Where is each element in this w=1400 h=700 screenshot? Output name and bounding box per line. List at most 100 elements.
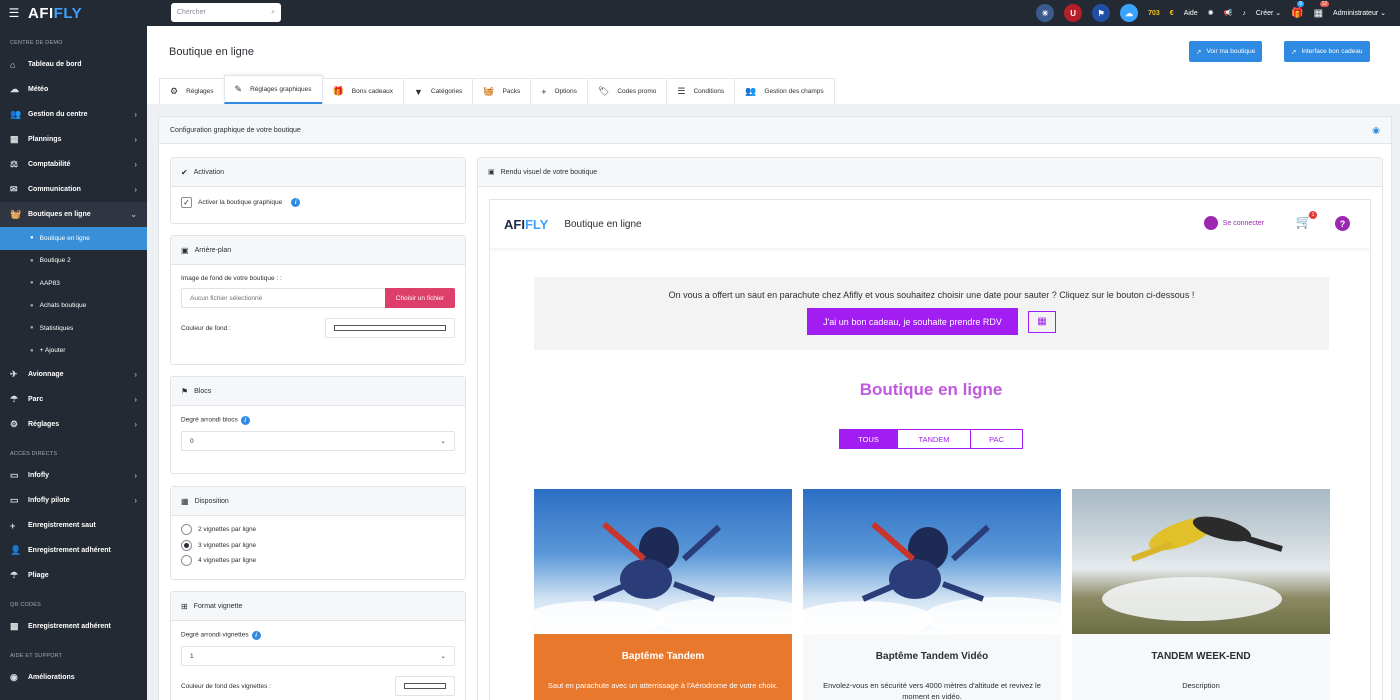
credits-count[interactable]: 703	[1148, 10, 1160, 17]
bg-color-picker[interactable]	[325, 318, 455, 338]
preview-icon: ▣	[488, 169, 495, 176]
info-icon[interactable]: i	[240, 416, 250, 425]
product-desc: Saut en parachute avec un atterrissage à…	[547, 681, 779, 690]
cart-icon[interactable]: 🛒 1	[1296, 211, 1317, 230]
flag-icon[interactable]: ⚑	[1092, 4, 1111, 22]
sidebar-sub-add[interactable]: ● + Ajouter	[0, 340, 147, 363]
sidebar-item-infofly[interactable]: ▭ Infofly ›	[0, 463, 147, 488]
help-icon[interactable]: ?	[1335, 216, 1350, 231]
sidebar-sub-achats[interactable]: ● Achats boutique	[0, 295, 147, 318]
blocks-panel: ⚑ Blocs Degré arrondi blocs i 0 ⌄	[170, 376, 466, 474]
partner-logo-icon[interactable]: U	[1064, 4, 1083, 22]
sidebar-item-avionnage[interactable]: ✈ Avionnage ›	[0, 362, 147, 387]
file-name-field[interactable]: Aucun fichier sélectionné	[181, 288, 385, 308]
app-logo[interactable]: AFIFLY	[28, 5, 168, 22]
weather-icon[interactable]: ☀	[1036, 4, 1055, 22]
shop-logo[interactable]: AFIFLY	[504, 217, 548, 232]
product-card[interactable]: TANDEM WEEK-END Description	[1072, 489, 1330, 700]
info-icon[interactable]: i	[291, 198, 301, 207]
sidebar-item-jump-record[interactable]: + Enregistrement saut	[0, 513, 147, 538]
layout-option[interactable]: 2 vignettes par ligne	[181, 522, 455, 538]
user-plus-icon: 👤	[10, 545, 22, 555]
sidebar-sub-boutique-2[interactable]: ● Boutique 2	[0, 250, 147, 273]
search-input[interactable]: Chercher ⌕	[171, 3, 281, 22]
users-icon: 👥	[10, 109, 22, 119]
page-title: Boutique en ligne	[169, 46, 255, 58]
sidebar-item-qr-member[interactable]: ▩ Enregistrement adhérent	[0, 614, 147, 639]
sidebar-item-pliage[interactable]: ☂ Pliage	[0, 563, 147, 588]
layout-option[interactable]: 3 vignettes par ligne	[181, 538, 455, 554]
view-shop-button[interactable]: ↗ Voir ma boutique	[1189, 41, 1263, 62]
thumb-color-picker[interactable]	[395, 676, 455, 696]
category-filters: TOUS TANDEM PAC	[839, 429, 1023, 449]
layout-option[interactable]: 4 vignettes par ligne	[181, 553, 455, 569]
sidebar-item-communication[interactable]: ✉ Communication ›	[0, 177, 147, 202]
sidebar-item-weather[interactable]: ☁ Météo	[0, 77, 147, 102]
sidebar-item-dashboard[interactable]: ⌂ Tableau de bord	[0, 52, 147, 77]
create-menu[interactable]: Créer ⌄	[1256, 9, 1281, 17]
radio-button[interactable]	[181, 555, 192, 567]
login-link[interactable]: Se connecter	[1203, 216, 1264, 230]
product-card[interactable]: Baptême Tandem Saut en parachute avec un…	[534, 489, 792, 700]
gift-rdv-button[interactable]: J'ai un bon cadeau, je souhaite prendre …	[807, 308, 1018, 335]
sidebar-item-accounting[interactable]: ⚖ Comptabilité ›	[0, 152, 147, 177]
megaphone-icon[interactable]: 📢	[1224, 9, 1233, 17]
tab-reglages-graphiques[interactable]: ✎ Réglages graphiques	[223, 75, 323, 104]
calendar-icon[interactable]: ▦	[1027, 310, 1056, 333]
filter-tous[interactable]: TOUS	[839, 429, 898, 449]
gift-icon[interactable]: 🎁 9	[1291, 0, 1304, 19]
config-title: Configuration graphique de votre boutiqu…	[170, 126, 301, 134]
euro-icon: €	[1169, 9, 1174, 17]
tab-bons-cadeaux[interactable]: 🎁 Bons cadeaux	[321, 78, 404, 104]
radio-button[interactable]	[181, 524, 192, 536]
brush-icon: ✎	[234, 83, 243, 94]
sidebar-item-infofly-pilote[interactable]: ▭ Infofly pilote ›	[0, 488, 147, 513]
tab-conditions[interactable]: ☰ Conditions	[666, 78, 736, 104]
cloud-icon[interactable]: ☁	[1120, 4, 1139, 22]
music-icon[interactable]: ♪	[1242, 10, 1246, 17]
menu-icon[interactable]: ☰	[0, 6, 28, 20]
calendar-icon[interactable]: ▦ 12	[1314, 0, 1330, 19]
file-picker[interactable]: Aucun fichier sélectionné Choisir un fic…	[181, 288, 455, 308]
tab-codes-promo[interactable]: 🏷 Codes promo	[586, 78, 668, 104]
info-icon[interactable]: i	[251, 631, 261, 640]
sidebar-item-improvements[interactable]: ◉ Améliorations	[0, 665, 147, 690]
sidebar-sub-aap83[interactable]: ● AAP83	[0, 272, 147, 295]
blocks-radius-select[interactable]: 0 ⌄	[181, 431, 455, 451]
sidebar-item-shops[interactable]: 🧺 Boutiques en ligne ⌄	[0, 202, 147, 227]
filter-pac[interactable]: PAC	[970, 429, 1023, 449]
sidebar-label: Météo	[28, 86, 49, 93]
chevron-right-icon: ›	[134, 496, 137, 505]
help-link[interactable]: Aide	[1184, 10, 1198, 17]
shop-header: AFIFLY Boutique en ligne Se connecter 🛒 1…	[490, 200, 1370, 248]
chevron-down-icon: ⌄	[440, 438, 446, 445]
bug-icon[interactable]: ✺	[1208, 9, 1214, 17]
tab-reglages[interactable]: ⚙ Réglages	[159, 78, 225, 104]
product-image	[1072, 489, 1330, 634]
tab-gestion-champs[interactable]: 👥 Gestion des champs	[734, 78, 835, 104]
eye-icon[interactable]: ◉	[1372, 125, 1380, 136]
choose-file-button[interactable]: Choisir un fichier	[385, 288, 455, 308]
user-menu[interactable]: Administrateur ⌄	[1333, 9, 1386, 17]
background-panel: ▣ Arrière-plan Image de fond de votre bou…	[170, 235, 466, 365]
thumb-radius-select[interactable]: 1 ⌄	[181, 646, 455, 666]
sidebar-sub-boutique-en-ligne[interactable]: ● Boutique en ligne	[0, 227, 147, 250]
gift-badge: 9	[1297, 0, 1304, 7]
radio-button[interactable]	[181, 539, 192, 551]
activate-checkbox[interactable]: ✓	[181, 197, 192, 208]
sidebar-item-settings[interactable]: ⚙ Réglages ›	[0, 412, 147, 437]
gift-interface-button[interactable]: ↗ Interface bon cadeau	[1284, 41, 1370, 62]
tab-categories[interactable]: ▼ Catégories	[402, 78, 474, 104]
skydiver-illustration	[534, 521, 792, 634]
sidebar-item-center[interactable]: 👥 Gestion du centre ›	[0, 102, 147, 127]
sidebar-item-plannings[interactable]: ▦ Plannings ›	[0, 127, 147, 152]
tab-options[interactable]: + Options	[530, 78, 588, 104]
sidebar-item-parc[interactable]: ☂ Parc ›	[0, 387, 147, 412]
product-card[interactable]: Baptême Tandem Vidéo Envolez-vous en séc…	[803, 489, 1061, 700]
sidebar-sub-stats[interactable]: ● Statistiques	[0, 317, 147, 340]
filter-tandem[interactable]: TANDEM	[897, 429, 971, 449]
sidebar-item-member-record[interactable]: 👤 Enregistrement adhérent	[0, 538, 147, 563]
chevron-right-icon: ›	[134, 420, 137, 429]
tab-packs[interactable]: 🧺 Packs	[472, 78, 532, 104]
laptop-icon: ▭	[10, 495, 19, 505]
